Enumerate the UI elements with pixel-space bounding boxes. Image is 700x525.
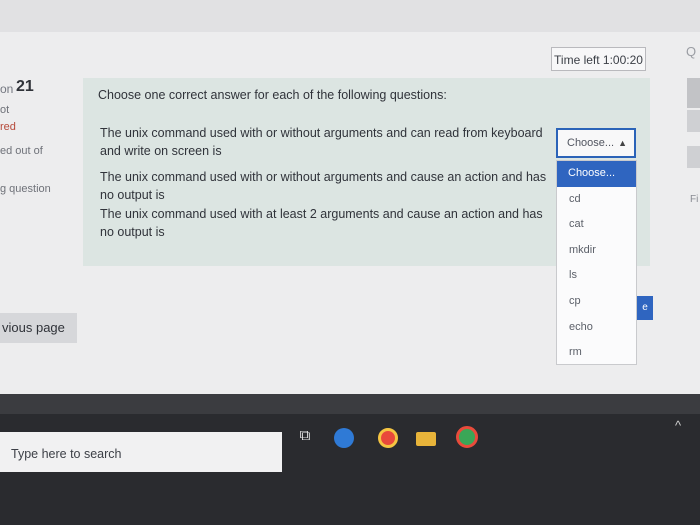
dropdown-option[interactable]: rm	[557, 340, 636, 366]
show-hidden-icons-icon[interactable]: ^	[675, 418, 681, 433]
dropdown-option[interactable]: echo	[557, 315, 636, 341]
dropdown-option[interactable]: cat	[557, 212, 636, 238]
dropdown-option[interactable]: cp	[557, 289, 636, 315]
answer-select-value: Choose...	[567, 137, 615, 149]
browser-content: Time left 1:00:20 Q on 21 ot red ed out …	[0, 0, 700, 395]
time-left-display: Time left 1:00:20	[551, 47, 646, 71]
previous-page-button[interactable]: vious page	[0, 313, 77, 343]
question-status-fragment: ot	[0, 104, 10, 116]
dropdown-option[interactable]: Choose...	[557, 161, 636, 187]
matching-question-2: The unix command used with or without ar…	[100, 170, 547, 202]
taskbar-edge	[0, 394, 700, 414]
dropdown-option[interactable]: ls	[557, 263, 636, 289]
chrome-icon[interactable]	[456, 426, 478, 448]
next-page-button-fragment[interactable]: e	[637, 296, 653, 320]
taskbar-search-input[interactable]: Type here to search	[0, 432, 282, 472]
dropdown-option[interactable]: mkdir	[557, 238, 636, 264]
matching-question-3: The unix command used with at least 2 ar…	[100, 207, 543, 239]
side-panel-label-fragment: Fi	[690, 194, 699, 205]
question-label-fragment: on	[0, 82, 14, 96]
file-explorer-icon[interactable]	[416, 432, 436, 446]
search-icon[interactable]: Q	[686, 44, 696, 59]
question-answered-fragment: red	[0, 121, 16, 133]
side-panel-tab[interactable]	[687, 146, 700, 168]
answer-select-1[interactable]: Choose... ▲▼	[556, 128, 636, 174]
answer-dropdown-list: Choose... cd cat mkdir ls cp echo rm	[556, 160, 637, 365]
edge-icon[interactable]	[334, 428, 354, 448]
chrome-icon[interactable]	[378, 428, 398, 448]
side-panel-tab[interactable]	[687, 78, 700, 108]
page-header-bar	[0, 0, 700, 32]
flag-question-link[interactable]: g question	[0, 183, 51, 195]
dropdown-option[interactable]: cd	[557, 187, 636, 213]
task-view-icon[interactable]: ⧉	[294, 425, 316, 447]
question-marks-fragment: ed out of	[0, 145, 43, 157]
question-instructions: Choose one correct answer for each of th…	[98, 88, 447, 102]
side-panel-tab[interactable]	[687, 110, 700, 132]
question-number: 21	[16, 78, 34, 95]
matching-question-1: The unix command used with or without ar…	[100, 126, 543, 158]
